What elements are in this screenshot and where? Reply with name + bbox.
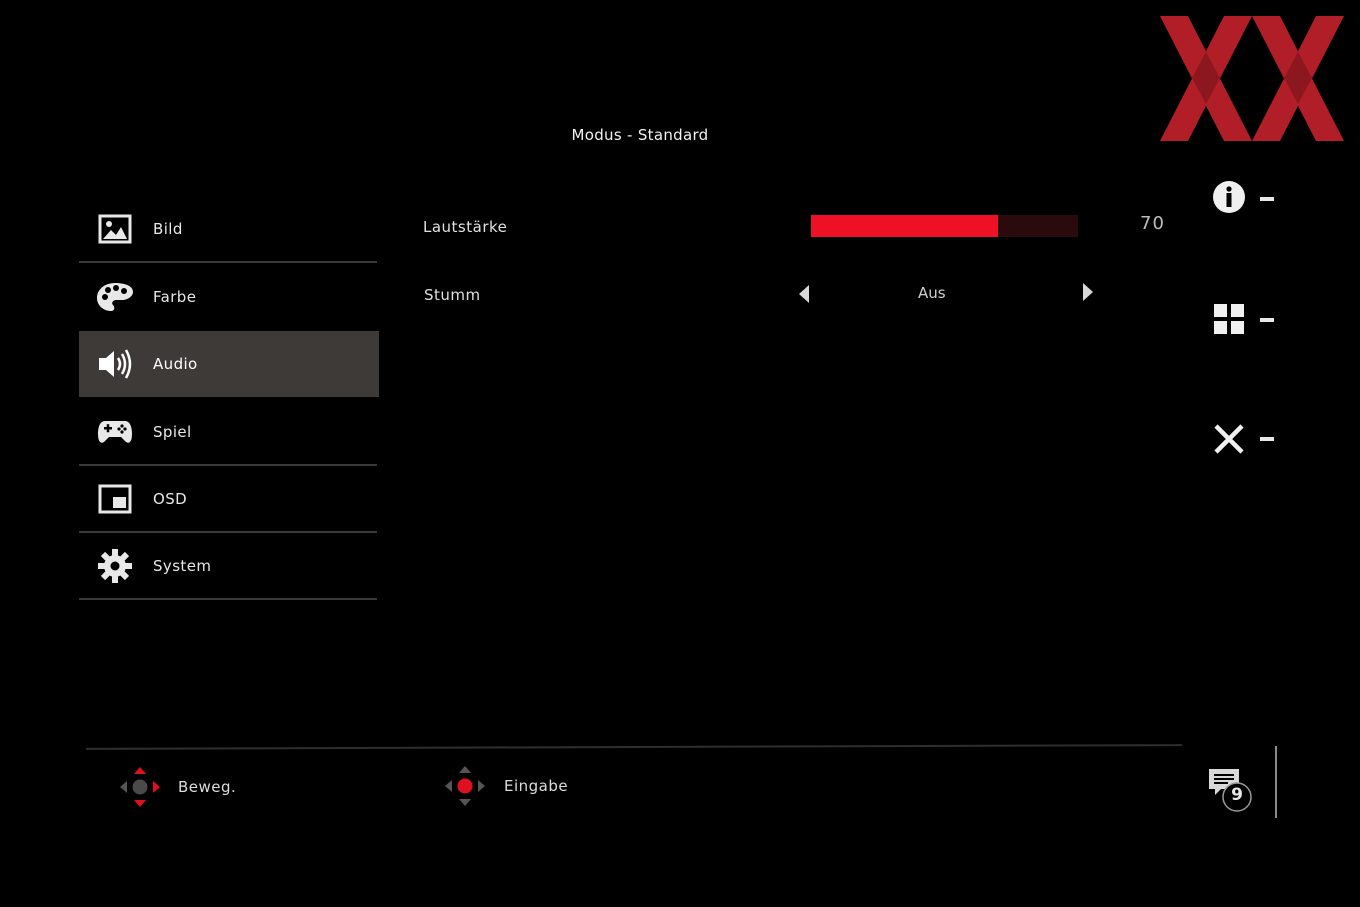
menu-item-osd[interactable]: OSD (79, 466, 379, 532)
menu-item-label: Bild (153, 220, 183, 238)
menu-item-system[interactable]: System (79, 533, 379, 599)
arrow-left-icon[interactable] (798, 284, 810, 304)
notification-count: 9 (1231, 785, 1243, 805)
menu-item-label: Farbe (153, 288, 197, 306)
footer-divider (85, 744, 1183, 750)
footer-vertical-divider (1275, 746, 1277, 818)
picture-icon (95, 209, 135, 249)
volume-slider-fill (811, 215, 998, 237)
xx-logo (1160, 16, 1344, 141)
mute-value: Aus (918, 284, 946, 302)
page-title: Modus - Standard (571, 126, 709, 144)
volume-label: Lautstärke (423, 218, 508, 236)
joystick-press-icon (445, 766, 485, 806)
menu-item-label: System (153, 557, 212, 575)
grid-icon[interactable] (1210, 300, 1248, 338)
menu-item-label: Spiel (153, 423, 192, 441)
mute-label: Stumm (424, 286, 481, 304)
menu-divider (79, 261, 377, 263)
arrow-right-icon[interactable] (1082, 282, 1094, 302)
notification[interactable]: 9 (1206, 766, 1256, 814)
palette-icon (95, 277, 135, 317)
gear-icon (95, 546, 135, 586)
osd-window-icon (95, 479, 135, 519)
grid-key-value (1260, 318, 1274, 322)
info-icon[interactable] (1210, 178, 1248, 216)
menu-item-farbe[interactable]: Farbe (79, 264, 379, 330)
speaker-icon (95, 344, 135, 384)
menu-item-bild[interactable]: Bild (79, 196, 379, 262)
menu-item-label: Audio (153, 355, 198, 373)
menu-divider (79, 598, 377, 600)
hint-enter-label: Eingabe (504, 777, 569, 795)
joystick-move-icon (120, 767, 160, 807)
volume-value: 70 (1140, 213, 1165, 234)
close-key-value (1260, 437, 1274, 441)
info-key-value (1260, 197, 1274, 201)
menu-item-label: OSD (153, 490, 188, 508)
menu-item-audio[interactable]: Audio (79, 331, 379, 397)
menu-item-spiel[interactable]: Spiel (79, 399, 379, 465)
close-icon[interactable] (1210, 420, 1248, 458)
gamepad-icon (95, 412, 135, 452)
hint-move-label: Beweg. (178, 778, 237, 796)
